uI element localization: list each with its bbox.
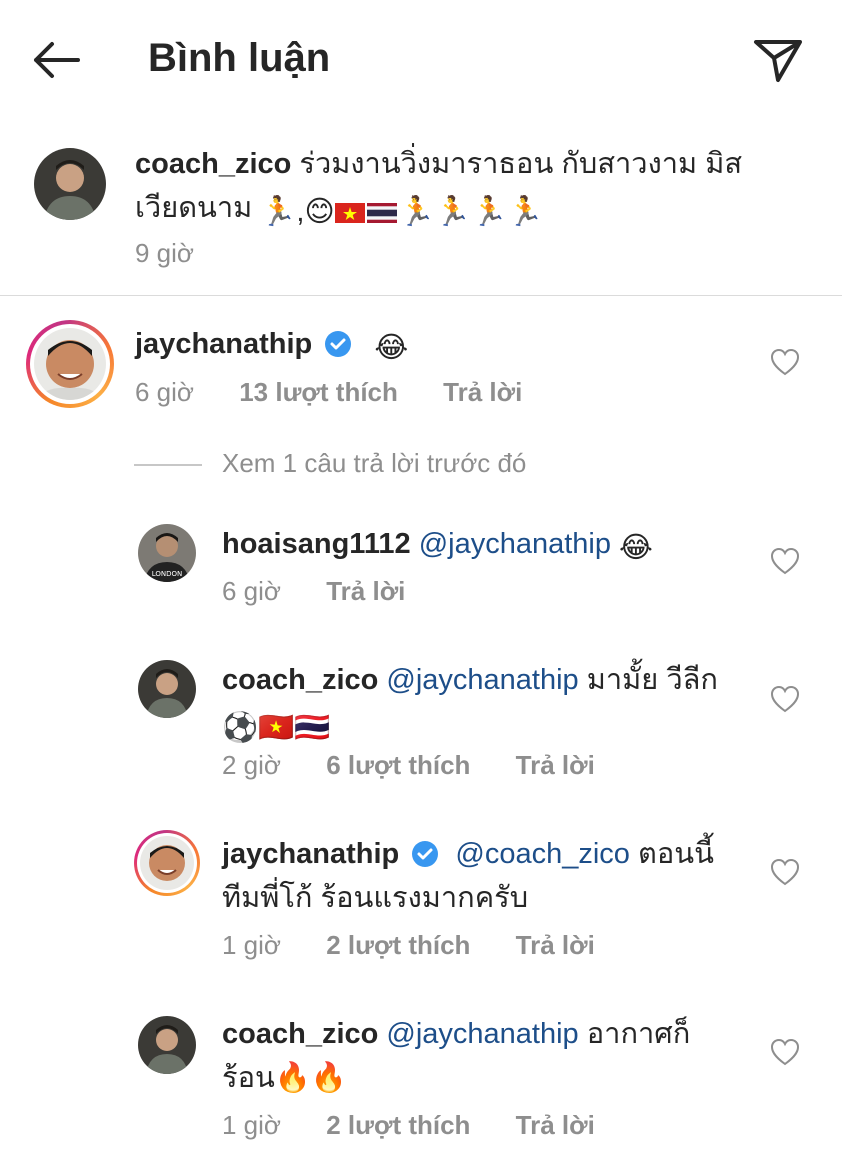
reply-likes[interactable]: 6 lượt thích [326, 750, 470, 780]
caption-emoji: 🏃,😊 🏃🏃🏃🏃 [260, 190, 543, 234]
back-button[interactable] [30, 38, 82, 82]
avatar-hoaisang1112[interactable]: LONDON [138, 524, 196, 582]
runner-emoji: 🏃 [260, 196, 297, 228]
reply-username[interactable]: hoaisang1112 [222, 528, 411, 560]
caption-meta: 9 giờ [135, 238, 232, 269]
comment-emoji: 😂 [374, 332, 409, 364]
view-previous-replies[interactable]: Xem 1 câu trả lời trước đó [222, 448, 526, 479]
reply-1-text: hoaisang1112 @jaychanathip 😂 [222, 522, 653, 570]
avatar-jaychanathip[interactable] [140, 836, 194, 890]
page-title: Bình luận [148, 36, 331, 80]
comment-meta: 6 giờ 13 lượt thích Trả lời [135, 377, 560, 408]
reply-4-meta: 1 giờ 2 lượt thích Trả lời [222, 1110, 633, 1141]
smile-emoji: 😊 [304, 196, 335, 228]
story-ring[interactable] [26, 320, 114, 408]
reply-username[interactable]: jaychanathip [222, 838, 399, 870]
reply-emoji: 😂 [619, 532, 653, 564]
reply-emoji: ⚽🇻🇳🇹🇭 [222, 712, 331, 744]
arrow-left-icon [34, 42, 80, 78]
share-button[interactable] [752, 36, 804, 84]
mention-link[interactable]: @coach_zico [455, 838, 630, 870]
verified-badge-icon [325, 331, 352, 357]
runner-emoji: 🏃 [507, 196, 544, 228]
reply-2-meta: 2 giờ 6 lượt thích Trả lời [222, 750, 633, 781]
mention-link[interactable]: @jaychanathip [386, 1018, 578, 1050]
runner-emoji: 🏃 [434, 196, 471, 228]
reply-time: 1 giờ [222, 1110, 281, 1140]
comment-likes[interactable]: 13 lượt thích [239, 377, 398, 407]
reply-button[interactable]: Trả lời [516, 750, 595, 780]
avatar-jaychanathip[interactable] [34, 328, 106, 400]
reply-time: 2 giờ [222, 750, 281, 780]
divider [0, 295, 842, 296]
caption-time: 9 giờ [135, 238, 194, 268]
avatar-coach-zico[interactable] [138, 1016, 196, 1074]
reply-line1: ตอนนี้ [638, 838, 714, 870]
caption-username[interactable]: coach_zico [135, 148, 291, 180]
reply-time: 1 giờ [222, 930, 281, 960]
verified-badge-icon [412, 841, 439, 867]
reply-time: 6 giờ [222, 576, 281, 606]
reply-line1: มามั้ย วีลีก [586, 664, 718, 696]
reply-line2: ร้อน🔥🔥 [222, 1062, 348, 1094]
caption-line1: ร่วมงานวิ่งมาราธอน กับสาวงาม มิส [299, 148, 743, 180]
vietnam-flag-icon [334, 203, 365, 223]
heart-icon[interactable] [770, 547, 800, 575]
reply-username[interactable]: coach_zico [222, 664, 378, 696]
avatar-coach-zico[interactable] [34, 148, 106, 220]
caption-line2: เวียดนาม [135, 192, 253, 224]
comment-text: jaychanathip 😂 [135, 322, 408, 370]
mention-link[interactable]: @jaychanathip [419, 528, 611, 560]
heart-icon[interactable] [770, 858, 800, 886]
reply-username[interactable]: coach_zico [222, 1018, 378, 1050]
heart-icon[interactable] [770, 1038, 800, 1066]
reply-4-text: coach_zico @jaychanathip อากาศก็ ร้อน🔥🔥 [222, 1012, 762, 1100]
runner-emoji: 🏃 [398, 196, 435, 228]
heart-icon[interactable] [770, 685, 800, 713]
runner-emoji: 🏃 [470, 196, 508, 228]
reply-button[interactable]: Trả lời [516, 1110, 595, 1140]
reply-likes[interactable]: 2 lượt thích [326, 1110, 470, 1140]
reply-button[interactable]: Trả lời [326, 576, 405, 606]
thread-line [134, 464, 202, 466]
reply-line1: อากาศก็ [586, 1018, 691, 1050]
heart-icon[interactable] [770, 348, 800, 376]
reply-button[interactable]: Trả lời [443, 377, 522, 407]
reply-2-text: coach_zico @jaychanathip มามั้ย วีลีก ⚽🇻… [222, 658, 762, 750]
thailand-flag-icon [366, 203, 397, 223]
comment-time: 6 giờ [135, 377, 194, 407]
comment-username[interactable]: jaychanathip [135, 328, 312, 360]
caption-text: coach_zico ร่วมงานวิ่งมาราธอน กับสาวงาม … [135, 142, 815, 234]
send-icon [754, 40, 802, 82]
reply-button[interactable]: Trả lời [516, 930, 595, 960]
reply-likes[interactable]: 2 lượt thích [326, 930, 470, 960]
reply-line2: ทีมพี่โก้ ร้อนแรงมากครับ [222, 882, 529, 914]
avatar-coach-zico[interactable] [138, 660, 196, 718]
reply-3-meta: 1 giờ 2 lượt thích Trả lời [222, 930, 633, 961]
reply-1-meta: 6 giờ Trả lời [222, 576, 443, 607]
mention-link[interactable]: @jaychanathip [386, 664, 578, 696]
svg-text:LONDON: LONDON [152, 570, 183, 578]
reply-3-text: jaychanathip @coach_zico ตอนนี้ ทีมพี่โก… [222, 832, 762, 920]
header-bar: Bình luận [0, 0, 842, 120]
story-ring[interactable] [134, 830, 200, 896]
